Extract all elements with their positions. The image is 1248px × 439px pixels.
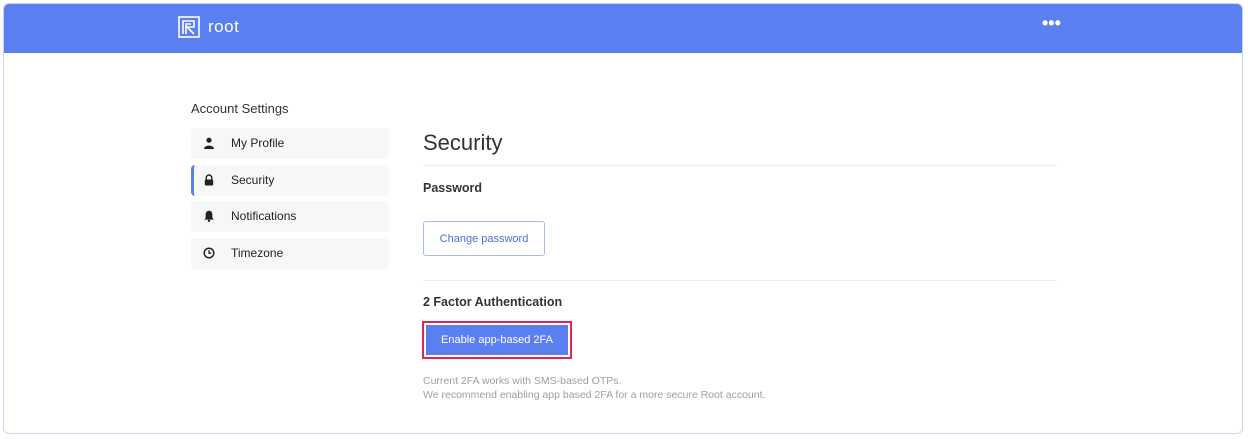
bell-icon <box>204 210 214 222</box>
sidebar-item-notifications[interactable]: Notifications <box>191 201 389 232</box>
twofa-note-line-1: Current 2FA works with SMS-based OTPs. <box>423 375 622 387</box>
sidebar-item-label: Security <box>231 172 275 187</box>
sidebar-item-security[interactable]: Security <box>191 164 389 196</box>
settings-nav: My Profile Security Notifications Timezo… <box>191 128 389 274</box>
enable-app-2fa-button[interactable]: Enable app-based 2FA <box>426 325 568 355</box>
sidebar-item-timezone[interactable]: Timezone <box>191 237 389 269</box>
page-title: Security <box>423 130 503 155</box>
brand-name: root <box>208 17 240 36</box>
root-logo-icon <box>178 16 200 38</box>
clock-icon <box>203 246 215 259</box>
sidebar-item-label: Notifications <box>231 209 297 223</box>
twofa-note-line-2: We recommend enabling app based 2FA for … <box>423 389 766 401</box>
divider <box>423 280 1057 281</box>
sidebar-title: Account Settings <box>191 101 289 116</box>
highlight-outline: Enable app-based 2FA <box>422 321 572 359</box>
sidebar-item-label: Timezone <box>231 245 284 260</box>
divider <box>423 165 1057 166</box>
twofa-heading: 2 Factor Authentication <box>423 295 563 309</box>
user-icon <box>204 137 214 149</box>
app-window: root ••• Account Settings My Profile Sec… <box>3 3 1243 434</box>
sidebar-item-label: My Profile <box>231 136 285 150</box>
change-password-button[interactable]: Change password <box>423 221 545 256</box>
password-heading: Password <box>423 181 483 195</box>
brand[interactable]: root <box>178 16 239 38</box>
more-options-button[interactable]: ••• <box>1042 13 1061 34</box>
sidebar-item-my-profile[interactable]: My Profile <box>191 128 389 159</box>
top-bar: root ••• <box>4 4 1242 53</box>
lock-icon <box>204 173 214 185</box>
